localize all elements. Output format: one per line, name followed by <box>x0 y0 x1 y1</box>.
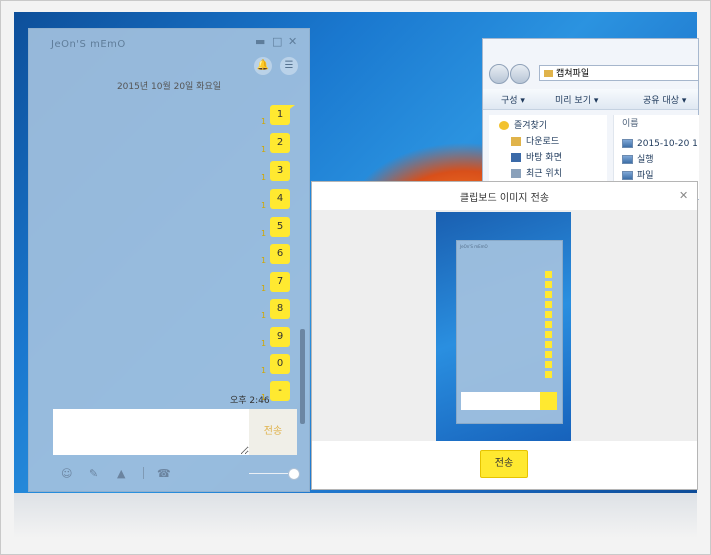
unread-count: 1 <box>261 229 267 238</box>
preview-menu[interactable]: 미리 보기 ▾ <box>555 93 598 106</box>
tree-item-favorites[interactable]: 즐겨찾기 <box>499 119 547 133</box>
preview-bubble <box>545 311 552 318</box>
message-bubble[interactable]: - <box>270 381 290 401</box>
close-button[interactable]: ✕ <box>288 35 297 48</box>
opacity-slider[interactable] <box>249 473 293 474</box>
preview-bubble <box>545 331 552 338</box>
back-button[interactable] <box>489 64 509 84</box>
date-label: 2015년 10월 20일 화요일 <box>116 82 222 92</box>
message-bubble[interactable]: 7 <box>270 272 290 292</box>
frame-reflection <box>14 493 697 538</box>
minimize-button[interactable]: ▬ <box>255 35 265 48</box>
recent-icon <box>511 169 521 178</box>
share-menu[interactable]: 공유 대상 ▾ <box>643 93 686 106</box>
clipboard-preview-image: JeOn'S mEmO <box>436 212 571 441</box>
scrollbar[interactable] <box>300 329 305 424</box>
file-item[interactable]: 2015-10-20 1 <box>622 137 698 151</box>
message-bubble[interactable]: 9 <box>270 327 290 347</box>
message-bubble[interactable]: 6 <box>270 244 290 264</box>
message-bubble[interactable]: 1 <box>270 105 290 125</box>
image-icon[interactable]: ▲ <box>117 467 125 480</box>
forward-button[interactable] <box>510 64 530 84</box>
image-file-icon <box>622 139 633 148</box>
unread-count: 1 <box>261 366 267 375</box>
preview-bubble <box>545 341 552 348</box>
preview-bubble <box>545 321 552 328</box>
preview-bubble <box>545 301 552 308</box>
bell-icon[interactable]: 🔔 <box>254 57 272 75</box>
star-icon <box>499 121 509 130</box>
memo-window: JeOn'S mEmO ▬ □ ✕ 🔔 ☰ 2015년 10월 20일 화요일 … <box>28 28 310 492</box>
maximize-button[interactable]: □ <box>272 35 282 48</box>
message-bubble[interactable]: 0 <box>270 354 290 374</box>
download-folder-icon <box>511 137 521 146</box>
address-bar[interactable]: 캡쳐파일 <box>539 65 699 81</box>
image-file-icon <box>622 171 633 180</box>
preview-bubble <box>545 361 552 368</box>
preview-send <box>540 392 557 410</box>
preview-input <box>461 392 541 410</box>
smile-icon[interactable]: ☺ <box>61 467 72 480</box>
clipboard-dialog: 클립보드 이미지 전송 ✕ JeOn'S mEmO 전송 <box>311 181 698 490</box>
preview-title: JeOn'S mEmO <box>460 244 488 249</box>
file-item[interactable]: 실행 <box>622 153 654 167</box>
organize-menu[interactable]: 구성 ▾ <box>501 93 525 106</box>
explorer-window: 캡쳐파일 구성 ▾ 미리 보기 ▾ 공유 대상 ▾ 즐겨찾기 다운로드 바탕 화… <box>482 38 699 200</box>
message-bubble[interactable]: 8 <box>270 299 290 319</box>
phone-icon[interactable]: ☎ <box>157 467 171 480</box>
unread-count: 1 <box>261 284 267 293</box>
folder-icon <box>544 70 553 77</box>
preview-bubble <box>545 281 552 288</box>
explorer-toolbar: 구성 ▾ 미리 보기 ▾ 공유 대상 ▾ <box>483 89 698 110</box>
image-file-icon <box>622 155 633 164</box>
message-bubble[interactable]: 5 <box>270 217 290 237</box>
nav-buttons <box>489 64 530 84</box>
preview-bubble <box>545 291 552 298</box>
preview-bubble <box>545 371 552 378</box>
tree-item-recent[interactable]: 최근 위치 <box>511 167 562 181</box>
unread-count: 1 <box>261 339 267 348</box>
slider-knob[interactable] <box>288 468 300 480</box>
tree-item-downloads[interactable]: 다운로드 <box>511 135 559 149</box>
send-button[interactable]: 전송 <box>249 409 297 455</box>
dialog-header: 클립보드 이미지 전송 ✕ <box>312 182 697 210</box>
unread-count: 1 <box>261 201 267 210</box>
memo-title: JeOn'S mEmO <box>51 39 126 50</box>
message-bubble[interactable]: 2 <box>270 133 290 153</box>
unread-count: 1 <box>261 173 267 182</box>
menu-icon[interactable]: ☰ <box>280 57 298 75</box>
message-bubble[interactable]: 4 <box>270 189 290 209</box>
dialog-title: 클립보드 이미지 전송 <box>459 193 550 204</box>
desktop-icon <box>511 153 521 162</box>
preview-bubble <box>545 351 552 358</box>
message-bubble[interactable]: 3 <box>270 161 290 181</box>
message-input[interactable] <box>53 409 249 455</box>
preview-bubble <box>545 271 552 278</box>
unread-count: 1 <box>261 311 267 320</box>
address-text: 캡쳐파일 <box>556 69 590 79</box>
unread-count: 1 <box>261 117 267 126</box>
dialog-close-button[interactable]: ✕ <box>679 189 688 202</box>
tree-item-desktop[interactable]: 바탕 화면 <box>511 151 562 165</box>
attach-icon[interactable]: ✎ <box>89 467 98 480</box>
send-clipboard-button[interactable]: 전송 <box>480 450 528 478</box>
preview-memo-window: JeOn'S mEmO <box>456 240 563 424</box>
unread-count: 1 <box>261 145 267 154</box>
unread-count: 1 <box>261 256 267 265</box>
column-header-name[interactable]: 이름 <box>622 117 639 131</box>
toolbar-divider <box>143 467 144 479</box>
message-time: 오후 2:46 <box>230 396 270 406</box>
